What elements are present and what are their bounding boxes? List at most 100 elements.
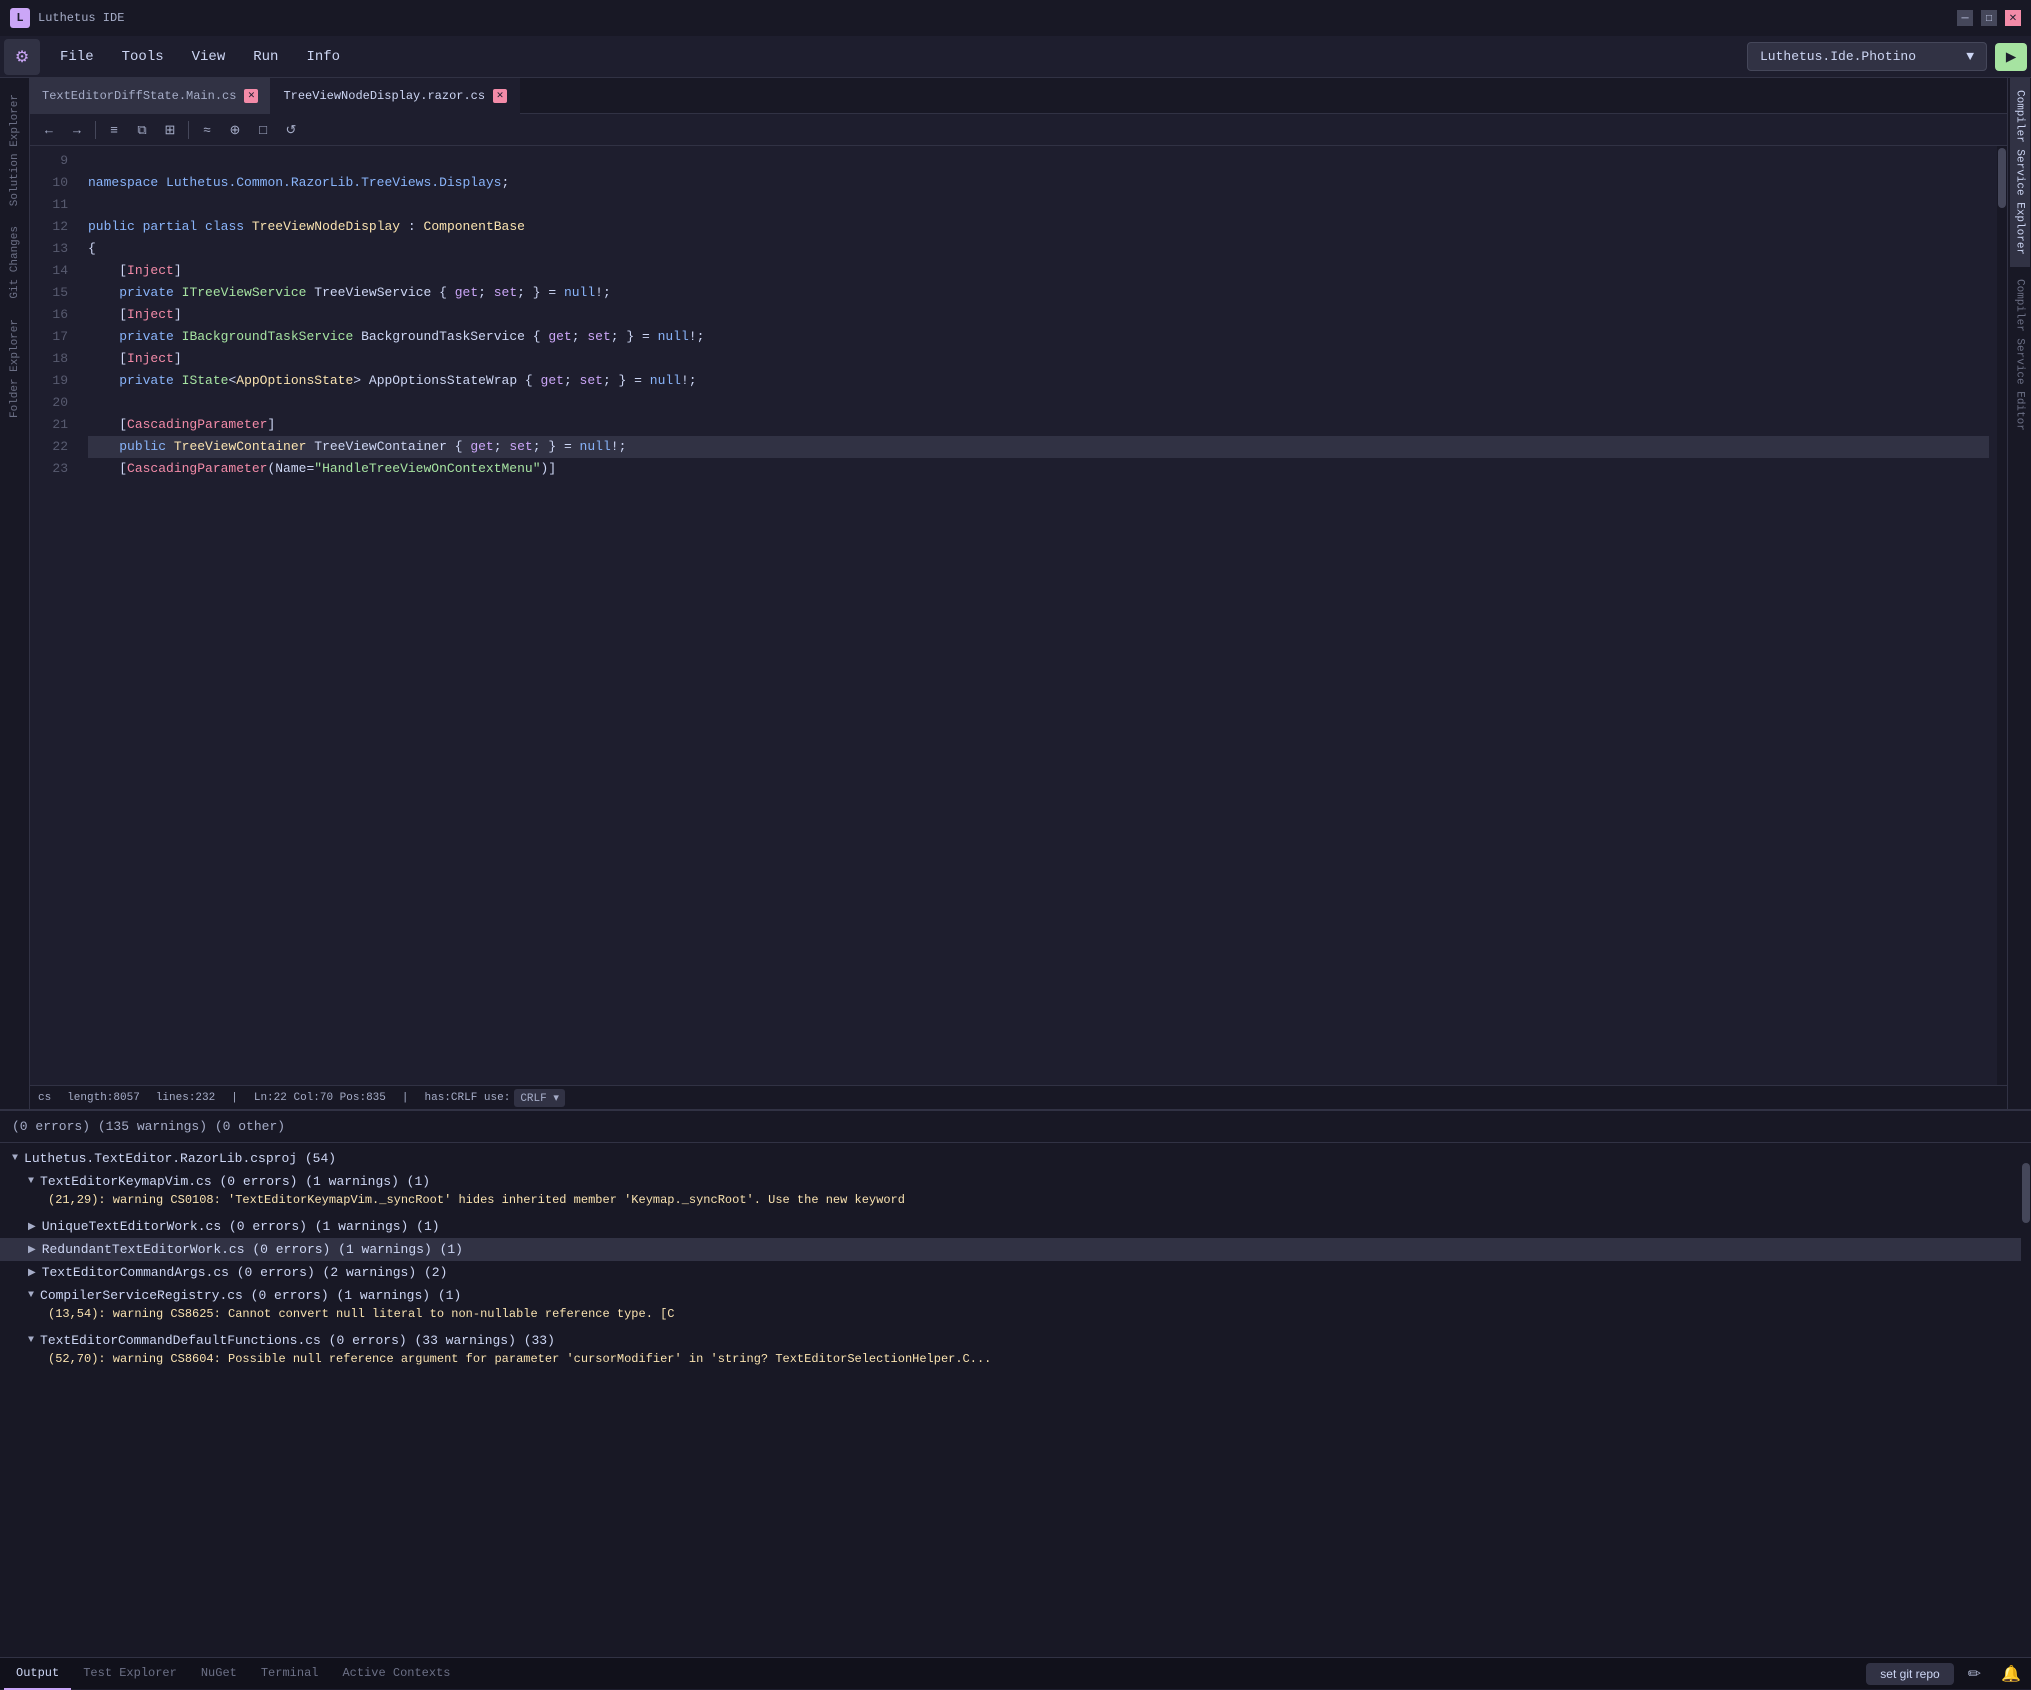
project-name: Luthetus.Ide.Photino <box>1760 49 1916 64</box>
chevron-down-icon-2: ▼ <box>28 1176 34 1187</box>
dropdown-arrow-icon: ▼ <box>1966 49 1974 64</box>
toolbar-lines[interactable]: ≡ <box>101 118 127 142</box>
right-tab-compiler-explorer[interactable]: Compiler Service Explorer <box>2010 78 2030 267</box>
code-line-16: [Inject] <box>88 304 1989 326</box>
toolbar-forward[interactable]: → <box>64 118 90 142</box>
set-git-repo-button[interactable]: set git repo <box>1866 1663 1953 1685</box>
error-group-defaultfunctions[interactable]: ▼ TextEditorCommandDefaultFunctions.cs (… <box>0 1329 2021 1374</box>
tab-label: TextEditorDiffState.Main.cs <box>42 89 236 103</box>
error-group-razorlib-header: ▼ Luthetus.TextEditor.RazorLib.csproj (5… <box>12 1151 2009 1166</box>
menu-view[interactable]: View <box>178 43 240 71</box>
code-line-19: private IState<AppOptionsState> AppOptio… <box>88 370 1989 392</box>
right-tab-compiler-editor[interactable]: Compiler Service Editor <box>2010 267 2030 443</box>
toolbar-add[interactable]: ⊕ <box>222 118 248 142</box>
error-group-keymapvim[interactable]: ▼ TextEditorKeymapVim.cs (0 errors) (1 w… <box>0 1170 2021 1215</box>
app-title: Luthetus IDE <box>38 11 1957 25</box>
window-controls: ─ □ ✕ <box>1957 10 2021 26</box>
tab-active-contexts[interactable]: Active Contexts <box>330 1658 462 1690</box>
redundant-header: ▶ RedundantTextEditorWork.cs (0 errors) … <box>28 1242 2009 1257</box>
left-sidebar: Solution Explorer Git Changes Folder Exp… <box>0 78 30 1109</box>
status-length: length:8057 <box>67 1092 140 1104</box>
toolbar-copy[interactable]: ⧉ <box>129 118 155 142</box>
line-num-11: 11 <box>30 194 68 216</box>
editor-scrollbar[interactable] <box>1997 146 2007 1085</box>
code-line-20 <box>88 392 1989 414</box>
redundant-label: RedundantTextEditorWork.cs (0 errors) (1… <box>42 1242 463 1257</box>
sidebar-item-git-changes[interactable]: Git Changes <box>5 218 25 307</box>
bottom-content: ▼ Luthetus.TextEditor.RazorLib.csproj (5… <box>0 1143 2031 1657</box>
sidebar-item-folder-explorer[interactable]: Folder Explorer <box>5 311 25 426</box>
project-dropdown[interactable]: Luthetus.Ide.Photino ▼ <box>1747 42 1987 71</box>
unique-label: UniqueTextEditorWork.cs (0 errors) (1 wa… <box>42 1219 440 1234</box>
line-num-15: 15 <box>30 282 68 304</box>
menu-info[interactable]: Info <box>292 43 354 71</box>
error-group-unique[interactable]: ▶ UniqueTextEditorWork.cs (0 errors) (1 … <box>0 1215 2021 1238</box>
error-group-commandargs[interactable]: ▶ TextEditorCommandArgs.cs (0 errors) (2… <box>0 1261 2021 1284</box>
code-line-9 <box>88 150 1989 172</box>
bottom-panel: (0 errors) (135 warnings) (0 other) ▼ Lu… <box>0 1109 2031 1689</box>
run-button[interactable]: ▶ <box>1995 43 2027 71</box>
unique-header: ▶ UniqueTextEditorWork.cs (0 errors) (1 … <box>28 1219 2009 1234</box>
toolbar-view[interactable]: □ <box>250 118 276 142</box>
status-crlf-selector[interactable]: CRLF ▾ <box>514 1089 565 1107</box>
menu-run[interactable]: Run <box>239 43 292 71</box>
status-lines: lines:232 <box>156 1092 215 1104</box>
menu-bar: ⚙ File Tools View Run Info Luthetus.Ide.… <box>0 36 2031 78</box>
code-line-22: public TreeViewContainer TreeViewContain… <box>88 436 1989 458</box>
tab-nuget[interactable]: NuGet <box>189 1658 249 1690</box>
error-group-compilerregistry[interactable]: ▼ CompilerServiceRegistry.cs (0 errors) … <box>0 1284 2021 1329</box>
line-num-12: 12 <box>30 216 68 238</box>
chevron-down-icon-3: ▼ <box>28 1290 34 1301</box>
maximize-button[interactable]: □ <box>1981 10 1997 26</box>
error-list-scrollbar[interactable] <box>2021 1143 2031 1657</box>
line-num-18: 18 <box>30 348 68 370</box>
line-num-22: 22 <box>30 436 68 458</box>
compilerregistry-header: ▼ CompilerServiceRegistry.cs (0 errors) … <box>28 1288 2009 1303</box>
keymapvim-detail: (21,29): warning CS0108: 'TextEditorKeym… <box>28 1189 2009 1211</box>
code-line-18: [Inject] <box>88 348 1989 370</box>
tab-test-explorer[interactable]: Test Explorer <box>71 1658 189 1690</box>
app-menu-icon[interactable]: ⚙ <box>4 39 40 75</box>
chevron-right-icon: ▶ <box>28 1221 36 1233</box>
error-group-redundant[interactable]: ▶ RedundantTextEditorWork.cs (0 errors) … <box>0 1238 2021 1261</box>
code-line-10: namespace Luthetus.Common.RazorLib.TreeV… <box>88 172 1989 194</box>
editor-tab-bar: TextEditorDiffState.Main.cs ✕ TreeViewNo… <box>30 78 2007 114</box>
toolbar-back[interactable]: ← <box>36 118 62 142</box>
chevron-right-icon-3: ▶ <box>28 1267 36 1279</box>
error-group-razorlib[interactable]: ▼ Luthetus.TextEditor.RazorLib.csproj (5… <box>0 1147 2021 1170</box>
status-filetype: cs <box>38 1092 51 1104</box>
tab-terminal[interactable]: Terminal <box>249 1658 331 1690</box>
run-icon: ▶ <box>2006 49 2016 65</box>
toolbar-merge[interactable]: ≈ <box>194 118 220 142</box>
close-button[interactable]: ✕ <box>2005 10 2021 26</box>
app-icon: L <box>10 8 30 28</box>
tab-texteditor-diffstate[interactable]: TextEditorDiffState.Main.cs ✕ <box>30 78 271 114</box>
menu-tools[interactable]: Tools <box>108 43 178 71</box>
line-num-16: 16 <box>30 304 68 326</box>
error-scrollbar-thumb <box>2022 1163 2030 1223</box>
bell-icon-button[interactable]: 🔔 <box>1995 1662 2027 1686</box>
tab-close-diffstate[interactable]: ✕ <box>244 89 258 103</box>
toolbar-grid[interactable]: ⊞ <box>157 118 183 142</box>
code-line-12: public partial class TreeViewNodeDisplay… <box>88 216 1989 238</box>
toolbar-refresh[interactable]: ↺ <box>278 118 304 142</box>
bottom-right-buttons: set git repo ✏ 🔔 <box>1866 1662 2027 1686</box>
minimize-button[interactable]: ─ <box>1957 10 1973 26</box>
main-area: Solution Explorer Git Changes Folder Exp… <box>0 78 2031 1109</box>
compilerregistry-label: CompilerServiceRegistry.cs (0 errors) (1… <box>40 1288 461 1303</box>
tab-close-nodedisplay[interactable]: ✕ <box>493 89 507 103</box>
code-line-14: [Inject] <box>88 260 1989 282</box>
code-line-23: [CascadingParameter(Name="HandleTreeView… <box>88 458 1989 480</box>
line-num-9: 9 <box>30 150 68 172</box>
scrollbar-thumb <box>1998 148 2006 208</box>
status-cursor: Ln:22 Col:70 Pos:835 <box>254 1092 386 1104</box>
code-content[interactable]: namespace Luthetus.Common.RazorLib.TreeV… <box>80 146 1997 1085</box>
tab-treeview-nodedisplay[interactable]: TreeViewNodeDisplay.razor.cs ✕ <box>271 78 520 114</box>
edit-icon-button[interactable]: ✏ <box>1962 1662 1987 1686</box>
code-line-13: { <box>88 238 1989 260</box>
sidebar-item-solution-explorer[interactable]: Solution Explorer <box>5 86 25 214</box>
compilerregistry-detail: (13,54): warning CS8625: Cannot convert … <box>28 1303 2009 1325</box>
menu-file[interactable]: File <box>46 43 108 71</box>
tab-output[interactable]: Output <box>4 1658 71 1690</box>
defaultfunctions-label: TextEditorCommandDefaultFunctions.cs (0 … <box>40 1333 555 1348</box>
